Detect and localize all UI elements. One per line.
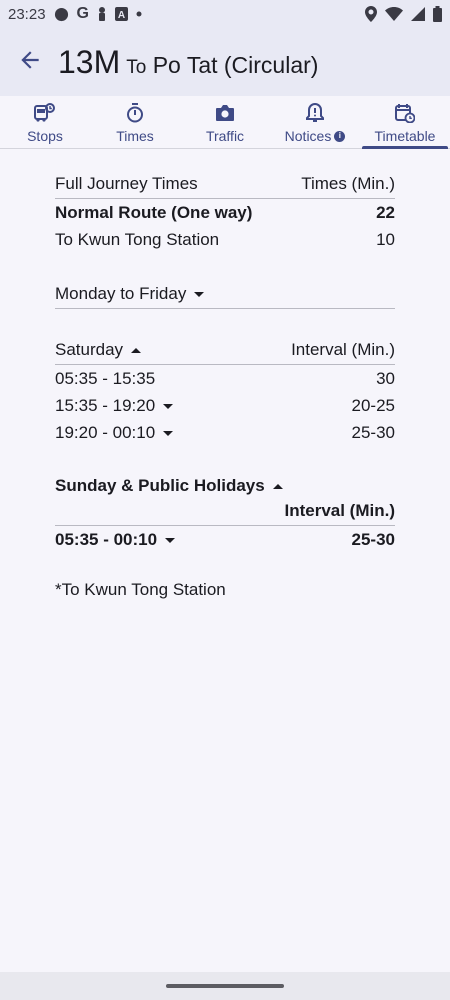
info-icon: i (334, 130, 346, 142)
timetable-content: Full Journey Times Times (Min.) Normal R… (55, 172, 395, 599)
sunday-label-wrap: Sunday & Public Holidays (55, 476, 283, 496)
saturday-section: Saturday Interval (Min.) 05:35 - 15:35 3… (55, 338, 395, 446)
journey-row-value: 22 (376, 202, 395, 222)
calendar-clock-icon (395, 102, 415, 124)
arrow-left-icon (17, 47, 43, 78)
tab-traffic[interactable]: Traffic (180, 96, 270, 148)
app-bar: 13M To Po Tat (Circular) (0, 28, 450, 96)
interval-value: 25-30 (351, 422, 395, 442)
tab-notices-label-wrap: Notices i (285, 128, 346, 144)
interval-value: 20-25 (351, 395, 395, 415)
period-label: 15:35 - 19:20 (55, 395, 156, 415)
route-to-label: To (126, 56, 147, 78)
journey-row-value: 10 (376, 229, 395, 249)
interval-value: 25-30 (351, 529, 395, 549)
table-row: 05:35 - 15:35 30 (55, 365, 395, 392)
tab-timetable[interactable]: Timetable (360, 96, 450, 149)
period-label: 05:35 - 00:10 (55, 529, 158, 549)
chevron-down-icon (165, 537, 176, 543)
svg-text:A: A (118, 10, 125, 21)
journey-row: Normal Route (One way) 22 (55, 199, 395, 226)
chevron-up-icon (131, 348, 142, 354)
wifi-icon (385, 7, 403, 21)
journey-times-title: Full Journey Times (55, 174, 198, 193)
saturday-label: Saturday (55, 340, 124, 359)
status-time: 23:23 (8, 5, 46, 23)
sunday-label: Sunday & Public Holidays (55, 475, 265, 495)
stopwatch-icon (126, 102, 144, 124)
period-toggle[interactable]: 15:35 - 19:20 (55, 395, 174, 416)
navigation-bar (0, 972, 450, 1000)
monday-friday-label: Monday to Friday (55, 284, 187, 303)
table-row: 05:35 - 00:10 25-30 (55, 526, 395, 553)
journey-times-section: Full Journey Times Times (Min.) Normal R… (55, 172, 395, 253)
footnote: *To Kwun Tong Station (55, 580, 226, 599)
period-toggle[interactable]: 05:35 - 00:10 (55, 529, 176, 550)
chevron-up-icon (272, 483, 283, 489)
tab-times[interactable]: Times (90, 96, 180, 148)
tab-stops[interactable]: Stops (0, 96, 90, 148)
route-number: 13M (58, 43, 121, 80)
location-icon (365, 6, 377, 22)
tab-notices[interactable]: Notices i (270, 96, 360, 148)
bell-alert-icon (306, 102, 324, 124)
sunday-section: Sunday & Public Holidays Interval (Min.)… (55, 472, 395, 553)
tab-traffic-label: Traffic (205, 128, 245, 144)
tab-bar: Stops Times Traffic Notices i Timetable (0, 96, 450, 149)
saturday-interval-header: Interval (Min.) (291, 340, 395, 359)
period-label: 19:20 - 00:10 (55, 422, 156, 442)
sunday-interval-header-row: Interval (Min.) (55, 499, 395, 526)
status-bar: 23:23 G A (0, 0, 450, 28)
journey-row-label: Normal Route (One way) (55, 202, 253, 222)
tab-stops-label: Stops (27, 128, 63, 144)
signal-icon (411, 7, 425, 21)
back-button[interactable] (0, 28, 60, 96)
interval-value: 30 (376, 368, 395, 388)
home-gesture-handle[interactable] (166, 984, 284, 988)
sunday-toggle[interactable]: Sunday & Public Holidays (55, 472, 395, 499)
battery-icon (433, 6, 442, 22)
journey-row-label: To Kwun Tong Station (55, 229, 220, 249)
tab-times-label: Times (116, 128, 154, 144)
saturday-header: Saturday Interval (Min.) (55, 338, 395, 365)
journey-times-column: Times (Min.) (301, 174, 395, 193)
monday-friday-label-wrap: Monday to Friday (55, 284, 205, 304)
monday-friday-section: Monday to Friday (55, 282, 395, 309)
route-destination-name: Po Tat (Circular) (152, 51, 319, 78)
journey-row: To Kwun Tong Station 10 (55, 226, 395, 253)
table-row: 19:20 - 00:10 25-30 (55, 419, 395, 446)
sunday-interval-header: Interval (Min.) (284, 501, 395, 520)
table-row: 15:35 - 19:20 20-25 (55, 392, 395, 419)
circle-notification-icon (54, 7, 69, 22)
tab-timetable-label: Timetable (374, 128, 436, 144)
camera-icon (215, 102, 235, 124)
chevron-down-icon (194, 292, 205, 298)
period-label: 05:35 - 15:35 (55, 368, 156, 388)
person-icon (97, 6, 107, 22)
google-icon: G (76, 5, 89, 22)
saturday-toggle[interactable]: Saturday (55, 340, 142, 360)
chevron-down-icon (163, 403, 174, 409)
text-a-icon: A (115, 7, 128, 21)
monday-friday-toggle[interactable]: Monday to Friday (55, 282, 395, 309)
route-destination: To Po Tat (Circular) (126, 52, 318, 79)
dot-icon (136, 11, 142, 17)
bus-stop-icon (34, 102, 56, 124)
period-toggle[interactable]: 19:20 - 00:10 (55, 422, 174, 443)
journey-times-header: Full Journey Times Times (Min.) (55, 172, 395, 199)
chevron-down-icon (163, 430, 174, 436)
tab-notices-label: Notices (284, 128, 332, 144)
